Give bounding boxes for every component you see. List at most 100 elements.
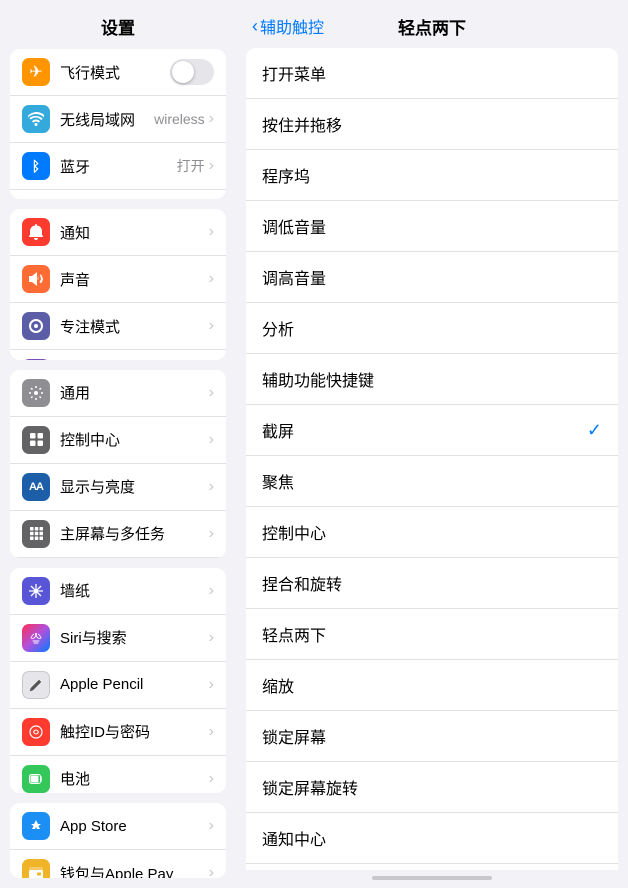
sidebar-item-label: 蓝牙 [60,156,177,177]
list-item-label: 缩放 [262,673,602,697]
sidebar-item-label: 通用 [60,382,209,403]
wifi-icon [22,105,50,133]
list-item-control-center[interactable]: 控制中心 [246,507,618,558]
list-item-lock-rotate[interactable]: 锁定屏幕旋转 [246,762,618,813]
back-chevron-icon: ‹ [252,16,258,37]
homescreen-icon [22,520,50,548]
list-item-focus[interactable]: 聚焦 [246,456,618,507]
sidebar-item-label: 显示与亮度 [60,476,209,497]
list-item-label: 分析 [262,316,602,340]
list-item-label: 控制中心 [262,520,602,544]
bluetooth-chevron: › [209,157,214,175]
list-item-label: 锁定屏幕旋转 [262,775,602,799]
sidebar-item-label: App Store [60,818,209,835]
list-item-shortcut[interactable]: 辅助功能快捷键 [246,354,618,405]
list-item-label: 辅助功能快捷键 [262,367,602,391]
siri-icon [22,624,50,652]
control-center-icon [22,426,50,454]
general-icon [22,379,50,407]
sidebar-item-label: 主屏幕与多任务 [60,523,209,544]
sidebar-item-touchid[interactable]: 触控ID与密码 › [10,709,226,756]
sidebar-item-label: 墙纸 [60,580,209,601]
wifi-chevron: › [209,110,214,128]
sidebar-item-wifi[interactable]: 无线局域网 wireless › [10,96,226,143]
sidebar-section-personalize: 墙纸 › Siri与搜索 › Apple Pencil › [10,568,226,794]
list-item-label: 按住并拖移 [262,112,602,136]
sidebar-item-wallpaper[interactable]: 墙纸 › [10,568,226,615]
sidebar-item-label: 电池 [60,768,209,789]
back-button[interactable]: ‹ 辅助触控 [252,14,324,38]
pencil-icon [22,671,50,699]
sidebar-item-control-center[interactable]: 控制中心 › [10,417,226,464]
wallpaper-icon [22,577,50,605]
battery-icon [22,765,50,793]
list-item-label: 调低音量 [262,214,602,238]
sidebar-item-display[interactable]: AA 显示与亮度 › [10,464,226,511]
list-item-analytics[interactable]: 分析 [246,303,618,354]
list-item-label: 程序坞 [262,163,602,187]
notification-icon [22,218,50,246]
main-content: ‹ 辅助触控 轻点两下 打开菜单按住并拖移程序坞调低音量调高音量分析辅助功能快捷… [236,0,628,888]
sidebar-section-connectivity: ✈ 飞行模式 无线局域网 wireless › ᛒ 蓝牙 打开 [10,49,226,199]
sidebar-item-homescreen[interactable]: 主屏幕与多任务 › [10,511,226,558]
display-icon: AA [22,473,50,501]
sidebar-item-focus[interactable]: 专注模式 › [10,303,226,350]
sidebar-item-appstore[interactable]: App Store › [10,803,226,850]
sidebar-item-battery[interactable]: 电池 › [10,756,226,794]
sidebar-item-notification[interactable]: 通知 › [10,209,226,256]
checkmark-icon: ✓ [587,420,602,441]
touchid-icon [22,718,50,746]
sidebar-item-wallet[interactable]: 钱包与Apple Pay › [10,850,226,878]
list-item-vol-down[interactable]: 调低音量 [246,201,618,252]
sidebar-item-vpn[interactable]: VPN VPN [10,190,226,199]
list-item-screenshot[interactable]: 截屏✓ [246,405,618,456]
sound-icon [22,265,50,293]
list-item-label: 截屏 [262,418,587,442]
sidebar-title: 设置 [0,0,236,49]
list-item-zoom[interactable]: 缩放 [246,660,618,711]
list-item-label: 聚焦 [262,469,602,493]
list-item-camera[interactable]: 相机 [246,864,618,870]
sidebar-section-general: 通用 › 控制中心 › AA 显示与亮度 › 主屏幕与多任务 › [10,370,226,558]
bottom-bar [372,876,492,880]
sidebar-item-label: 专注模式 [60,316,209,337]
sidebar-item-label: 钱包与Apple Pay [60,863,209,878]
sidebar-item-label: 触控ID与密码 [60,721,209,742]
list-item-label: 捏合和旋转 [262,571,602,595]
list-item-label: 调高音量 [262,265,602,289]
bluetooth-value: 打开 [177,156,205,176]
sidebar-item-label: Apple Pencil [60,676,209,693]
actions-list: 打开菜单按住并拖移程序坞调低音量调高音量分析辅助功能快捷键截屏✓聚焦控制中心捏合… [246,48,618,870]
list-item-app-switcher[interactable]: 程序坞 [246,150,618,201]
list-item-label: 锁定屏幕 [262,724,602,748]
sidebar-item-sound[interactable]: 声音 › [10,256,226,303]
sidebar-section-notifications: 通知 › 声音 › 专注模式 › 屏幕使用时间 [10,209,226,359]
bluetooth-icon: ᛒ [22,152,50,180]
sidebar-item-label: 无线局域网 [60,109,154,130]
sidebar-item-bluetooth[interactable]: ᛒ 蓝牙 打开 › [10,143,226,190]
main-header: ‹ 辅助触控 轻点两下 [236,0,628,48]
list-item-notification-center[interactable]: 通知中心 [246,813,618,864]
list-item-open-menu[interactable]: 打开菜单 [246,48,618,99]
back-label: 辅助触控 [260,14,324,38]
focus-icon [22,312,50,340]
sidebar-item-airplane[interactable]: ✈ 飞行模式 [10,49,226,96]
sidebar-item-screentime[interactable]: 屏幕使用时间 › [10,350,226,359]
list-item-lock-screen[interactable]: 锁定屏幕 [246,711,618,762]
main-title: 轻点两下 [398,14,466,39]
list-item-pinch-rotate[interactable]: 捏合和旋转 [246,558,618,609]
main-list: 打开菜单按住并拖移程序坞调低音量调高音量分析辅助功能快捷键截屏✓聚焦控制中心捏合… [236,48,628,870]
sidebar-item-pencil[interactable]: Apple Pencil › [10,662,226,709]
sidebar-item-label: Siri与搜索 [60,627,209,648]
sidebar-item-siri[interactable]: Siri与搜索 › [10,615,226,662]
sidebar-item-label: 飞行模式 [60,62,170,83]
appstore-icon [22,812,50,840]
sidebar-item-general[interactable]: 通用 › [10,370,226,417]
wifi-value: wireless [154,111,205,127]
sidebar-section-store: App Store › 钱包与Apple Pay › [10,803,226,878]
list-item-vol-up[interactable]: 调高音量 [246,252,618,303]
list-item-label: 通知中心 [262,826,602,850]
airplane-toggle[interactable] [170,59,214,85]
list-item-double-tap[interactable]: 轻点两下 [246,609,618,660]
list-item-press-drag[interactable]: 按住并拖移 [246,99,618,150]
